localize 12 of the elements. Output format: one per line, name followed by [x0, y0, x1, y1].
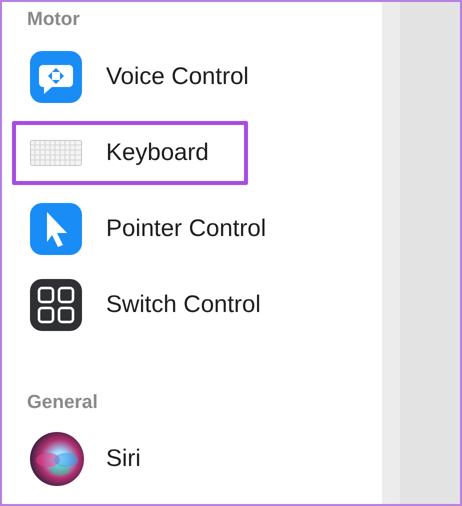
speech-bubble-icon [30, 51, 82, 103]
keyboard-icon [30, 140, 82, 166]
sidebar-item[interactable]: Pointer Control [12, 197, 278, 261]
sidebar-item[interactable]: Siri [12, 427, 248, 491]
grid-icon [30, 279, 82, 331]
sidebar-item[interactable]: Switch Control [12, 273, 273, 337]
orb-icon [30, 432, 84, 486]
pointer-icon [30, 203, 82, 255]
section-header: Motor [27, 8, 80, 32]
sidebar-item[interactable]: Voice Control [12, 45, 261, 109]
sidebar-item[interactable]: Keyboard [12, 121, 248, 185]
section-header: General [27, 391, 98, 415]
